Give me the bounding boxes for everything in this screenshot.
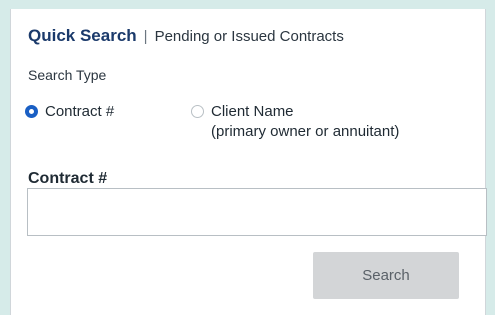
radio-contract-number[interactable]: Contract # <box>25 102 114 122</box>
radio-unselected-icon[interactable] <box>191 105 204 118</box>
panel-header: Quick Search | Pending or Issued Contrac… <box>28 26 344 46</box>
radio-selected-icon[interactable] <box>25 105 38 118</box>
contract-number-label: Contract # <box>28 170 108 187</box>
radio-contract-label: Contract # <box>45 103 115 120</box>
radio-client-label: Client Name <box>211 103 294 120</box>
radio-client-text: Client Name (primary owner or annuitant) <box>211 102 399 142</box>
panel-title: Quick Search <box>28 26 137 45</box>
radio-client-sublabel: (primary owner or annuitant) <box>211 123 400 140</box>
radio-client-name[interactable]: Client Name (primary owner or annuitant) <box>191 102 399 142</box>
header-divider: | <box>143 28 148 45</box>
panel-subtitle: Pending or Issued Contracts <box>154 28 344 45</box>
search-type-label: Search Type <box>28 67 107 83</box>
quick-search-panel: Quick Search | Pending or Issued Contrac… <box>10 9 487 315</box>
contract-number-input[interactable] <box>27 188 487 236</box>
search-button[interactable]: Search <box>313 252 459 299</box>
